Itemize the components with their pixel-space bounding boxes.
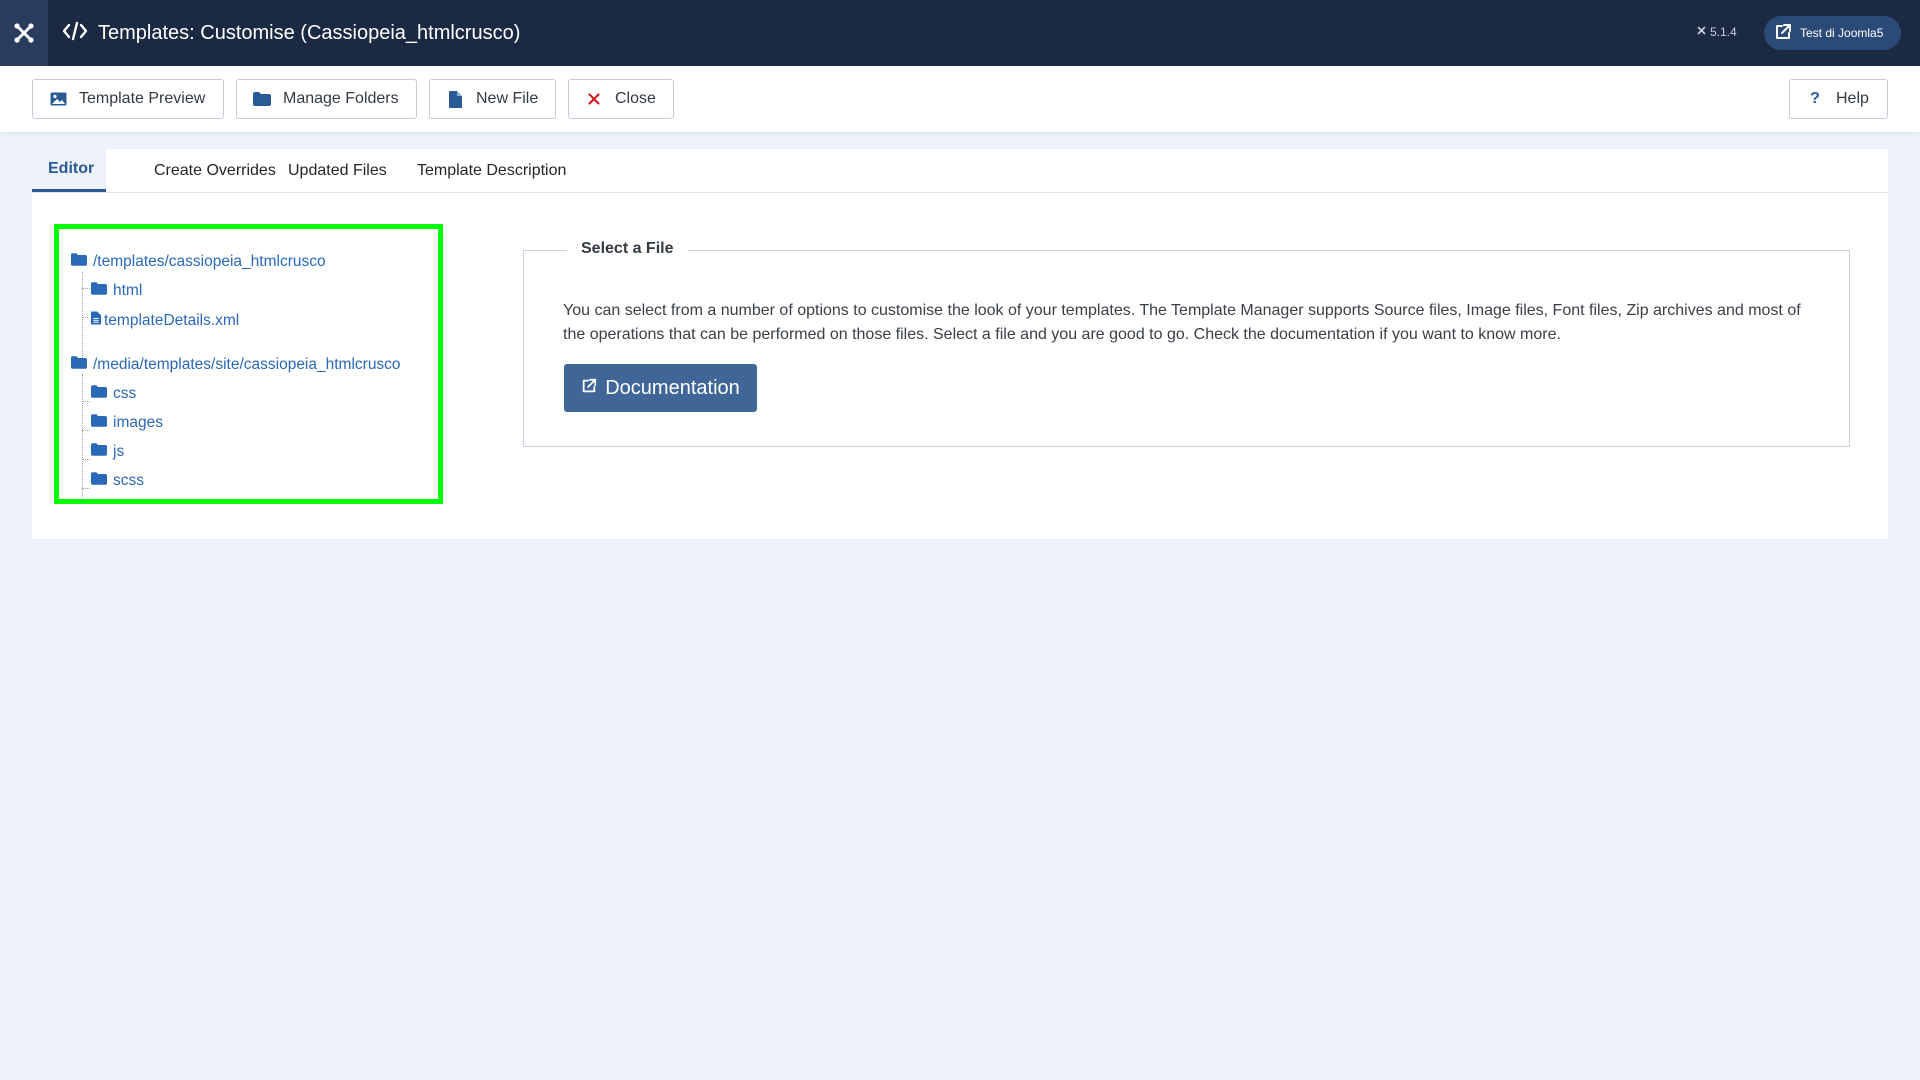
select-file-legend: Select a File: [567, 240, 688, 258]
help-label: Help: [1836, 90, 1869, 107]
tree-folder-css[interactable]: css: [91, 385, 136, 403]
tree-label: /templates/cassiopeia_htmlcrusco: [93, 253, 326, 270]
tree-label: html: [113, 282, 143, 299]
tree-label: scss: [113, 472, 144, 489]
select-file-panel: Select a File You can select from a numb…: [523, 240, 1850, 447]
code-icon: [62, 21, 88, 46]
template-preview-button[interactable]: Template Preview: [32, 79, 224, 119]
close-button[interactable]: Close: [568, 79, 674, 119]
documentation-label: Documentation: [605, 376, 740, 399]
file-tree: /templates/cassiopeia_htmlcrusco html te…: [54, 224, 443, 504]
page-title: Templates: Customise (Cassiopeia_htmlcru…: [98, 21, 521, 44]
view-site-button[interactable]: Test di Joomla5: [1764, 16, 1901, 50]
folder-icon: [91, 443, 107, 461]
header: Templates: Customise (Cassiopeia_htmlcru…: [0, 0, 1920, 66]
external-link-icon: [1774, 23, 1792, 44]
toolbar: Template Preview Manage Folders New File…: [0, 66, 1920, 132]
tree-folder-images[interactable]: images: [91, 414, 163, 432]
tab-updated-files[interactable]: Updated Files: [272, 149, 403, 192]
documentation-button[interactable]: Documentation: [564, 364, 757, 412]
tab-bar: Editor Create Overrides Updated Files Te…: [32, 149, 1888, 193]
tab-create-overrides[interactable]: Create Overrides: [138, 149, 292, 192]
folder-icon: [71, 356, 87, 374]
folder-icon: [91, 414, 107, 432]
folder-icon: [91, 282, 107, 300]
version-label: 5.1.4: [1710, 25, 1737, 39]
tab-template-description[interactable]: Template Description: [401, 149, 582, 192]
tree-label: templateDetails.xml: [104, 311, 240, 329]
tree-folder-html[interactable]: html: [91, 282, 142, 300]
file-icon: [91, 311, 101, 330]
question-icon: ?: [1810, 90, 1820, 107]
tree-label: /media/templates/site/cassiopeia_htmlcru…: [93, 356, 401, 373]
tree-file-templatedetails[interactable]: templateDetails.xml: [91, 311, 239, 330]
tree-label: images: [113, 414, 163, 431]
main-card: Editor Create Overrides Updated Files Te…: [32, 149, 1888, 539]
tree-label: css: [113, 385, 137, 402]
manage-folders-label: Manage Folders: [283, 90, 399, 107]
site-button-label: Test di Joomla5: [1800, 26, 1884, 40]
tree-folder-js[interactable]: js: [91, 443, 124, 461]
new-file-button[interactable]: New File: [429, 79, 556, 119]
folder-icon: [91, 472, 107, 490]
external-link-icon: [581, 377, 597, 400]
help-button[interactable]: ? Help: [1789, 79, 1888, 119]
select-file-description: You can select from a number of options …: [563, 302, 1801, 343]
image-icon: [49, 90, 67, 108]
close-label: Close: [615, 90, 656, 107]
tree-folder-scss[interactable]: scss: [91, 472, 144, 490]
tree-folder-media[interactable]: /media/templates/site/cassiopeia_htmlcru…: [71, 356, 401, 374]
tab-editor[interactable]: Editor: [32, 149, 106, 192]
file-icon: [446, 90, 464, 108]
tree-label: js: [113, 443, 125, 460]
folder-icon: [71, 253, 87, 271]
folder-icon: [91, 385, 107, 403]
template-preview-label: Template Preview: [79, 90, 206, 107]
new-file-label: New File: [476, 90, 539, 107]
version-indicator: 5.1.4: [1696, 25, 1737, 39]
joomla-small-icon: [1696, 25, 1707, 39]
tree-folder-templates[interactable]: /templates/cassiopeia_htmlcrusco: [71, 253, 326, 271]
manage-folders-button[interactable]: Manage Folders: [236, 79, 417, 119]
close-icon: [585, 90, 603, 108]
joomla-logo-icon[interactable]: [0, 0, 48, 66]
folder-icon: [253, 90, 271, 108]
